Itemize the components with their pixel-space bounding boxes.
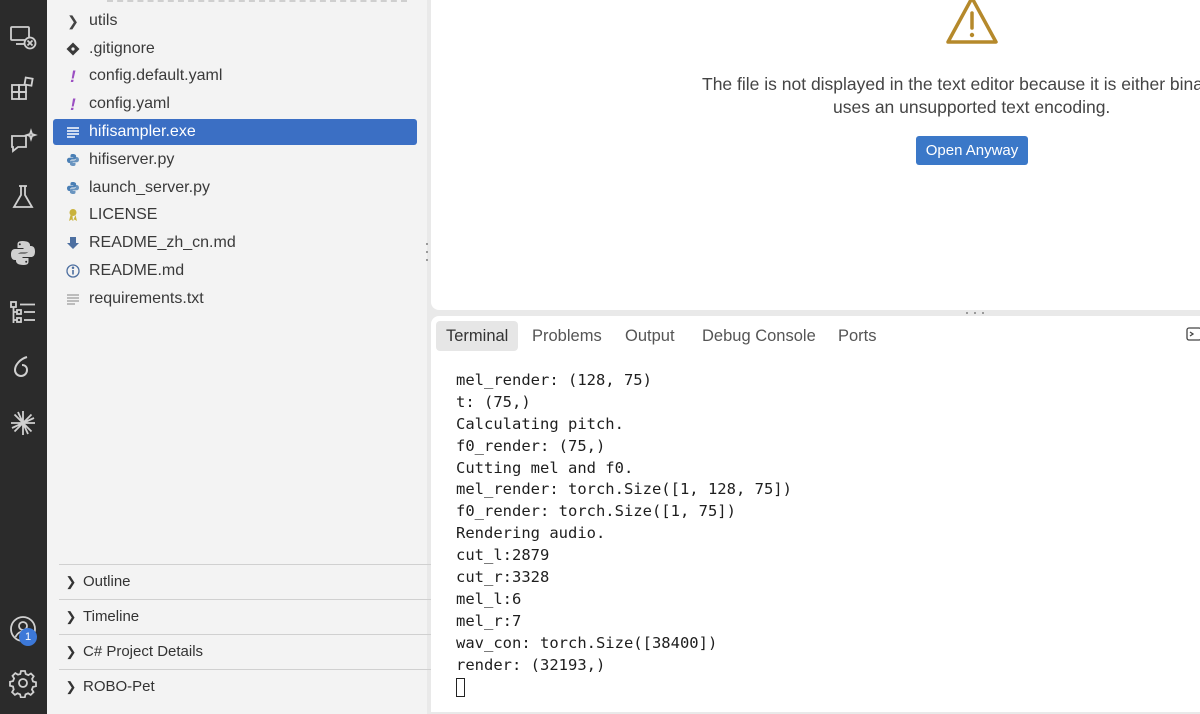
- terminal-line: Cutting mel and f0.: [456, 458, 634, 477]
- section-robo-pet[interactable]: ❯ ROBO-Pet: [59, 669, 459, 703]
- outline-tree-icon[interactable]: [4, 294, 42, 332]
- tree-file-readme-md[interactable]: README.md: [53, 258, 417, 284]
- binary-warning-line-1: The file is not displayed in the text ed…: [702, 74, 1200, 94]
- terminal-action-icon[interactable]: [1186, 326, 1200, 342]
- panel-resize-sash[interactable]: [966, 311, 984, 314]
- terminal-prompt-line: [456, 676, 1176, 698]
- chevron-right-icon: ❯: [65, 678, 77, 694]
- text-lines-icon: [65, 290, 81, 308]
- activity-bar: 1: [0, 0, 47, 714]
- tab-terminal[interactable]: Terminal: [436, 321, 519, 351]
- tree-file-config-default-yaml[interactable]: ! config.default.yaml: [53, 63, 417, 89]
- chat-icon[interactable]: [4, 124, 42, 162]
- section-outline[interactable]: ❯ Outline: [59, 564, 459, 598]
- tree-file-hifiserver-py[interactable]: hifiserver.py: [53, 147, 417, 173]
- terminal-line: wav_con: torch.Size([38400]): [456, 633, 718, 652]
- section-label: C# Project Details: [83, 643, 204, 660]
- sparkle-icon[interactable]: [4, 404, 42, 442]
- python-file-icon: [65, 179, 81, 197]
- tree-item-label: hifiserver.py: [89, 151, 175, 168]
- terminal-cursor: [456, 678, 465, 698]
- chevron-right-icon: ❯: [65, 608, 77, 624]
- tree-item-label: hifisampler.exe: [89, 123, 196, 140]
- copilot-icon[interactable]: [4, 348, 42, 386]
- download-arrow-icon: [65, 234, 81, 252]
- editor-area: The file is not displayed in the text ed…: [431, 0, 1200, 310]
- testing-icon[interactable]: [4, 178, 42, 216]
- terminal-line: mel_render: (128, 75): [456, 371, 652, 389]
- git-diamond-icon: [65, 40, 81, 58]
- tree-item-label: config.yaml: [89, 95, 170, 112]
- tree-file-license[interactable]: LICENSE: [53, 202, 417, 228]
- tab-debug-console[interactable]: Debug Console: [692, 321, 826, 351]
- tree-item-label: README.md: [89, 262, 185, 279]
- chevron-right-icon: ❯: [67, 13, 79, 29]
- tree-file-readme-zh-cn-md[interactable]: README_zh_cn.md: [53, 230, 417, 256]
- tree-item-label: .gitignore: [89, 40, 155, 57]
- tree-file-launch-server-py[interactable]: launch_server.py: [53, 175, 417, 201]
- truncated-row-edge: [107, 0, 407, 6]
- terminal-line: f0_render: (75,): [456, 436, 606, 455]
- chevron-right-icon: ❯: [65, 573, 77, 589]
- tab-ports[interactable]: Ports: [828, 321, 887, 351]
- extensions-icon[interactable]: [4, 70, 42, 108]
- terminal-line: Rendering audio.: [456, 524, 606, 543]
- tab-problems[interactable]: Problems: [522, 321, 612, 351]
- tree-file-hifisampler-exe[interactable]: hifisampler.exe: [53, 119, 417, 145]
- binary-warning-line-2: uses an unsupported text encoding.: [833, 97, 1111, 117]
- terminal-line: cut_r:3328: [456, 568, 550, 587]
- bottom-panel: Terminal Problems Output Debug Console P…: [431, 316, 1200, 712]
- open-anyway-button[interactable]: Open Anyway: [916, 136, 1028, 165]
- terminal-line: mel_l:6: [456, 589, 522, 608]
- info-icon: [65, 262, 81, 280]
- settings-gear-icon[interactable]: [4, 664, 42, 702]
- tree-item-label: README_zh_cn.md: [89, 234, 236, 251]
- python-file-icon: [65, 151, 81, 169]
- warning-icon: [946, 0, 998, 44]
- sidebar-resize-sash[interactable]: [425, 243, 429, 261]
- terminal-output[interactable]: mel_render: (128, 75) t: (75,) Calculati…: [456, 370, 1176, 698]
- license-ribbon-icon: [65, 206, 81, 224]
- account-badge: 1: [19, 628, 37, 646]
- section-csharp-project-details[interactable]: ❯ C# Project Details: [59, 634, 459, 668]
- section-label: ROBO-Pet: [83, 678, 155, 695]
- terminal-line: Calculating pitch.: [456, 414, 624, 433]
- tree-item-label: utils: [89, 12, 118, 29]
- terminal-line: cut_l:2879: [456, 546, 550, 565]
- explorer-sidebar: ❯ utils .gitignore ! config.default.yaml…: [47, 0, 459, 714]
- terminal-line: f0_render: torch.Size([1, 75]): [456, 502, 736, 521]
- tree-item-label: requirements.txt: [89, 290, 204, 307]
- tree-folder-utils[interactable]: ❯ utils: [53, 8, 417, 34]
- tree-file-requirements-txt[interactable]: requirements.txt: [53, 286, 417, 312]
- section-label: Timeline: [83, 608, 140, 625]
- text-lines-icon: [65, 123, 81, 141]
- tree-item-label: launch_server.py: [89, 179, 210, 196]
- tree-item-label: LICENSE: [89, 206, 158, 223]
- exclamation-icon: !: [70, 66, 76, 86]
- chevron-right-icon: ❯: [65, 643, 77, 659]
- terminal-line: render: (32193,): [456, 655, 606, 674]
- section-timeline[interactable]: ❯ Timeline: [59, 599, 459, 633]
- exclamation-icon: !: [70, 94, 76, 114]
- terminal-line: mel_r:7: [456, 611, 522, 630]
- tab-output[interactable]: Output: [615, 321, 685, 351]
- tree-file-config-yaml[interactable]: ! config.yaml: [53, 91, 417, 117]
- terminal-line: mel_render: torch.Size([1, 128, 75]): [456, 480, 792, 499]
- section-label: Outline: [83, 573, 131, 590]
- terminal-line: t: (75,): [456, 392, 531, 411]
- tree-item-label: config.default.yaml: [89, 67, 223, 84]
- tree-file-gitignore[interactable]: .gitignore: [53, 36, 417, 62]
- remote-explorer-icon[interactable]: [4, 18, 42, 56]
- python-icon[interactable]: [4, 234, 42, 272]
